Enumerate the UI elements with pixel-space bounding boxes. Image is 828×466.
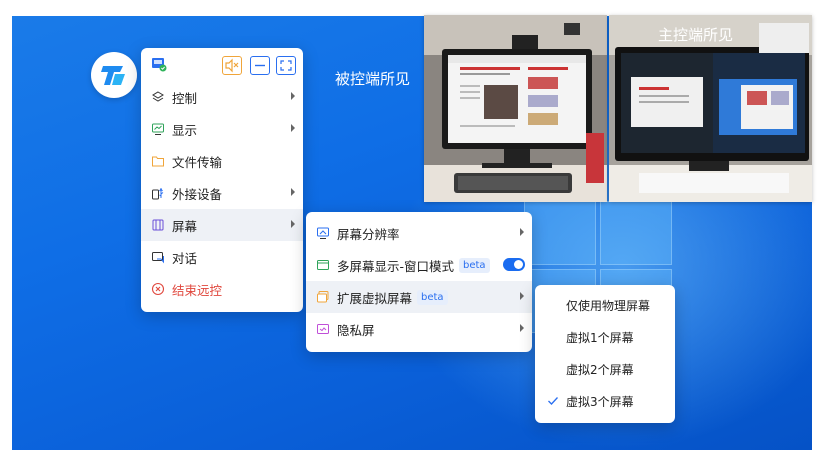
menu-item-label: 结束远控 (172, 282, 223, 298)
menu-item-external-device[interactable]: 外接设备 (141, 177, 303, 209)
menu-item-virtual-3[interactable]: 虚拟3个屏幕 (535, 385, 675, 417)
screen-icon (152, 219, 164, 231)
chat-icon (152, 252, 164, 264)
menu-item-label: 显示 (172, 122, 198, 138)
menu-item-label: 虚拟1个屏幕 (566, 330, 634, 345)
menu-item-label: 控制 (172, 90, 198, 106)
submenu-arrow-icon (291, 188, 295, 196)
usb-device-icon (152, 188, 164, 200)
menu-item-label: 对话 (172, 250, 198, 266)
extend-screen-icon (317, 291, 329, 303)
display-icon (152, 123, 164, 135)
menu-item-physical-only[interactable]: 仅使用物理屏幕 (535, 289, 675, 321)
submenu-arrow-icon (520, 324, 524, 332)
todesk-logo-button[interactable] (91, 52, 137, 98)
submenu-arrow-icon (520, 228, 524, 236)
main-view-label: 主控端所见 (658, 26, 734, 44)
menu-item-chat[interactable]: 对话 (141, 241, 303, 273)
layers-icon (152, 91, 164, 102)
menu-item-label: 屏幕分辨率 (337, 226, 400, 242)
screen-submenu: 屏幕分辨率 多屏幕显示-窗口模式 beta 扩展虚拟屏幕 beta 隐私屏 (306, 212, 532, 352)
minimize-icon (255, 64, 265, 67)
todesk-logo-icon (101, 66, 125, 85)
minimize-button[interactable] (250, 56, 270, 75)
window-icon (317, 260, 329, 270)
menu-item-privacy-screen[interactable]: 隐私屏 (306, 313, 532, 345)
menu-item-screen[interactable]: 屏幕 (141, 209, 303, 241)
menu-item-virtual-2[interactable]: 虚拟2个屏幕 (535, 353, 675, 385)
menu-item-label: 隐私屏 (337, 322, 375, 338)
screen-status-button[interactable] (150, 56, 168, 73)
menu-item-label: 文件传输 (172, 154, 223, 170)
menu-item-resolution[interactable]: 屏幕分辨率 (306, 217, 532, 249)
privacy-screen-icon (317, 324, 329, 334)
menu-item-label: 扩展虚拟屏幕 (337, 290, 413, 306)
submenu-arrow-icon (520, 292, 524, 300)
mute-button[interactable] (222, 56, 242, 75)
menu-item-label: 虚拟3个屏幕 (566, 394, 634, 409)
remote-control-menu: 控制 显示 文件传输 外接设备 屏幕 对话 结束远控 (141, 48, 303, 312)
window-mode-toggle[interactable] (503, 258, 525, 271)
screen-status-icon (152, 58, 167, 72)
menu-item-multi-screen-window-mode[interactable]: 多屏幕显示-窗口模式 beta (306, 249, 532, 281)
menu-item-label: 屏幕 (172, 218, 198, 234)
folder-icon (152, 156, 164, 167)
menu-item-label: 多屏幕显示-窗口模式 (337, 258, 455, 274)
menu-item-display[interactable]: 显示 (141, 113, 303, 145)
menu-item-end-remote[interactable]: 结束远控 (141, 273, 303, 305)
mute-icon (225, 58, 239, 73)
menu-item-label: 虚拟2个屏幕 (566, 362, 634, 377)
menu-item-label: 外接设备 (172, 186, 223, 202)
menu-item-label: 仅使用物理屏幕 (566, 298, 651, 313)
resolution-icon (317, 227, 329, 239)
menu-item-virtual-1[interactable]: 虚拟1个屏幕 (535, 321, 675, 353)
menu-item-control[interactable]: 控制 (141, 81, 303, 113)
controlled-view-label: 被控端所见 (335, 70, 411, 88)
close-circle-icon (151, 282, 165, 296)
checkmark-icon (548, 397, 558, 405)
menu-item-file-transfer[interactable]: 文件传输 (141, 145, 303, 177)
submenu-arrow-icon (291, 220, 295, 228)
controlled-side-photo (424, 15, 607, 202)
beta-badge: beta (417, 289, 448, 305)
fullscreen-button[interactable] (276, 56, 296, 75)
fullscreen-icon (280, 60, 292, 71)
beta-badge: beta (459, 257, 490, 273)
submenu-arrow-icon (291, 124, 295, 132)
menu-item-extend-virtual-screen[interactable]: 扩展虚拟屏幕 beta (306, 281, 532, 313)
submenu-arrow-icon (291, 92, 295, 100)
virtual-screen-submenu: 仅使用物理屏幕 虚拟1个屏幕 虚拟2个屏幕 虚拟3个屏幕 (535, 285, 675, 423)
